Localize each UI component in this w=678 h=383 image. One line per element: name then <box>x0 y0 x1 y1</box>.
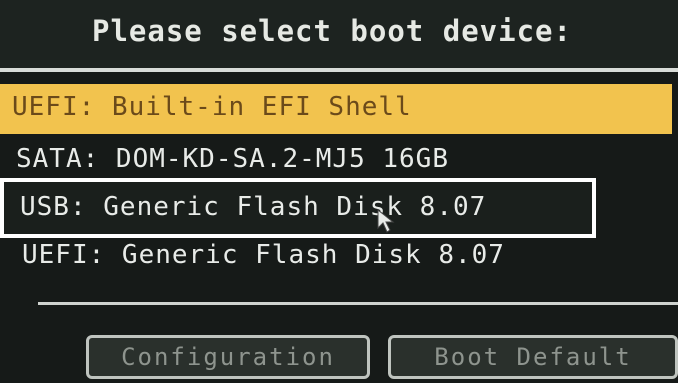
boot-default-button[interactable]: Boot Default <box>388 335 678 379</box>
boot-option-label: UEFI: Built-in EFI Shell <box>12 92 412 122</box>
boot-option-sata-dom[interactable]: SATA: DOM-KD-SA.2-MJ5 16GB <box>16 144 449 174</box>
divider <box>38 302 678 305</box>
title-bar: Please select boot device: <box>0 0 678 72</box>
boot-option-label: USB: Generic Flash Disk 8.07 <box>20 192 487 222</box>
boot-option-uefi-flash-disk[interactable]: UEFI: Generic Flash Disk 8.07 <box>22 240 505 270</box>
mouse-pointer-icon <box>377 208 395 233</box>
boot-option-uefi-efi-shell[interactable]: UEFI: Built-in EFI Shell <box>0 84 672 134</box>
page-title: Please select boot device: <box>92 14 572 48</box>
boot-menu-screen: Please select boot device: UEFI: Built-i… <box>0 0 678 383</box>
boot-option-usb-flash-disk[interactable]: USB: Generic Flash Disk 8.07 <box>0 178 596 238</box>
configuration-button[interactable]: Configuration <box>86 335 370 379</box>
